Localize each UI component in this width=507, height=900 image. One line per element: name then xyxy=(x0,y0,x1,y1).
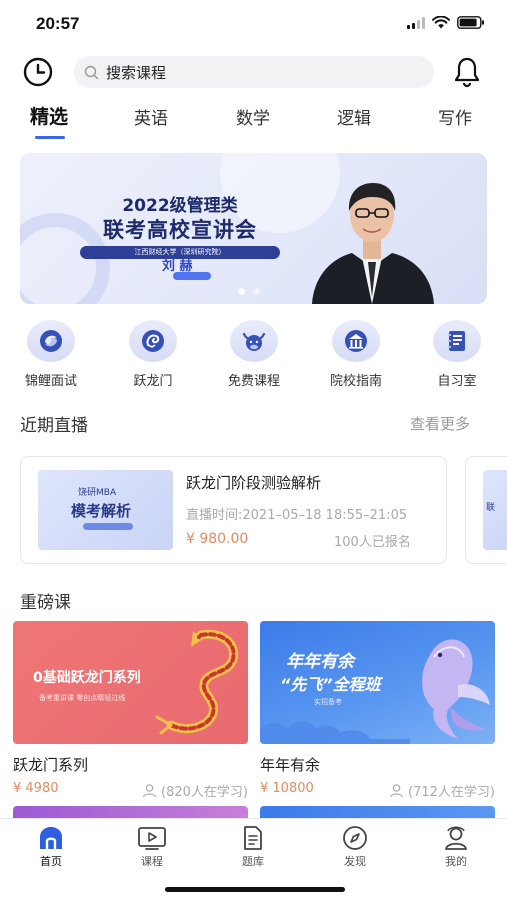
notification-bell-icon[interactable] xyxy=(452,56,482,88)
quick-entry-label: 免费课程 xyxy=(227,374,280,389)
banner-dot-active xyxy=(238,288,245,295)
banner-speaker-tag xyxy=(173,272,211,280)
live-time: 直播时间:2021–05–18 18:55–21:05 xyxy=(186,508,408,523)
live-thumbnail: 联 xyxy=(483,470,507,550)
ox-icon xyxy=(230,320,278,362)
category-tabs: 精选 英语 数学 逻辑 写作 xyxy=(0,102,507,142)
banner-title-line1: 2022级管理类 xyxy=(122,196,238,216)
document-icon xyxy=(238,825,268,851)
home-indicator[interactable] xyxy=(165,887,345,892)
course-card[interactable]: 0基础跃龙门系列 备考重讲课 零创点睛轻过线 跃龙门系列 ¥ 4980 (820… xyxy=(13,621,248,800)
course-name: 年年有余 xyxy=(260,756,321,774)
banner-pagination xyxy=(238,288,260,295)
status-time: 20:57 xyxy=(36,14,80,33)
tabbar-label: 题库 xyxy=(242,855,264,868)
live-enrolled-count: 100人已报名 xyxy=(334,535,411,550)
quick-entry-label: 锦鲤面试 xyxy=(24,374,77,389)
banner-title-line2: 联考高校宣讲会 xyxy=(103,218,257,242)
course-cover: 年年有余 “先飞”全程班 实招备考 xyxy=(260,621,495,744)
course-meta: ¥ 4980 (820人在学习) xyxy=(13,781,248,800)
live-card[interactable]: 联 xyxy=(465,456,507,564)
quick-entry-label: 自习室 xyxy=(437,374,477,389)
koi-icon xyxy=(27,320,75,362)
tab-english[interactable]: 英语 xyxy=(134,104,168,129)
history-clock-icon[interactable] xyxy=(22,56,54,88)
quick-entry-label: 院校指南 xyxy=(329,374,382,389)
live-thumbnail: 饶研MBA 模考解析 xyxy=(38,470,173,550)
tab-featured[interactable]: 精选 xyxy=(30,102,68,129)
thumbnail-brand: 联 xyxy=(486,503,496,513)
search-icon xyxy=(84,65,99,79)
course-cover-subtitle: “先飞”全程班 xyxy=(280,675,381,694)
dragon-illustration xyxy=(155,629,239,735)
course-section-title: 重磅课 xyxy=(20,593,71,613)
course-meta: ¥ 10800 (712人在学习) xyxy=(260,781,495,800)
user-icon xyxy=(389,784,404,798)
header: 搜索课程 xyxy=(0,54,507,90)
promo-banner[interactable]: 2022级管理类 联考高校宣讲会 江西财经大学（深圳研究院） 刘 赫 xyxy=(20,153,487,304)
course-learners-text: (820人在学习) xyxy=(161,785,248,800)
banner-dot xyxy=(253,288,260,295)
quick-entry-study-room[interactable]: 自习室 xyxy=(417,320,497,389)
tabbar-label: 我的 xyxy=(445,855,467,868)
tab-writing[interactable]: 写作 xyxy=(438,104,472,129)
search-input[interactable]: 搜索课程 xyxy=(74,56,434,88)
course-learners-text: (712人在学习) xyxy=(408,785,495,800)
thumbnail-brand: 饶研MBA xyxy=(78,488,117,498)
tabbar-discover[interactable]: 发现 xyxy=(325,825,385,869)
status-bar: 20:57 xyxy=(0,0,507,50)
course-price: ¥ 4980 xyxy=(13,781,59,796)
tabbar-label: 首页 xyxy=(40,855,62,868)
quick-entry-school-guide[interactable]: 院校指南 xyxy=(316,320,396,389)
course-cover-tag: 实招备考 xyxy=(314,698,342,706)
status-icons xyxy=(407,16,485,29)
live-see-more-link[interactable]: 查看更多 xyxy=(410,413,470,434)
compass-icon xyxy=(340,825,370,851)
home-icon xyxy=(36,825,66,851)
live-title: 跃龙门阶段测验解析 xyxy=(186,474,322,492)
quick-entry-label: 跃龙门 xyxy=(133,374,173,389)
tabbar-label: 课程 xyxy=(141,855,163,868)
user-icon xyxy=(142,784,157,798)
thumbnail-title: 模考解析 xyxy=(71,502,132,520)
play-icon xyxy=(137,825,167,851)
course-learners: (712人在学习) xyxy=(389,781,495,800)
course-cover-tag: 备考重讲课 零创点睛轻过线 xyxy=(39,694,126,702)
search-placeholder: 搜索课程 xyxy=(106,63,167,82)
tabbar-profile[interactable]: 我的 xyxy=(426,825,486,869)
course-card[interactable]: 年年有余 “先飞”全程班 实招备考 年年有余 ¥ 10800 (712人在学习) xyxy=(260,621,495,800)
quick-entry-dragon-gate[interactable]: 跃龙门 xyxy=(113,320,193,389)
live-section-title: 近期直播 xyxy=(20,416,88,436)
speaker-photo xyxy=(312,183,434,304)
wifi-icon xyxy=(432,16,450,29)
live-price: ¥ 980.00 xyxy=(186,531,249,547)
tab-logic[interactable]: 逻辑 xyxy=(337,104,371,129)
thumbnail-tag xyxy=(83,523,133,530)
live-card[interactable]: 饶研MBA 模考解析 跃龙门阶段测验解析 直播时间:2021–05–18 18:… xyxy=(20,456,447,564)
tabbar-courses[interactable]: 课程 xyxy=(122,825,182,869)
notebook-icon xyxy=(433,320,481,362)
active-tab-indicator xyxy=(35,136,65,139)
battery-icon xyxy=(457,16,484,29)
cloud-illustration xyxy=(260,721,410,744)
school-icon xyxy=(332,320,380,362)
dragon-icon xyxy=(129,320,177,362)
course-name: 跃龙门系列 xyxy=(13,756,89,774)
quick-entry-koi-interview[interactable]: 锦鲤面试 xyxy=(11,320,91,389)
cellular-signal-icon xyxy=(407,16,425,29)
quick-entry-free-courses[interactable]: 免费课程 xyxy=(214,320,294,389)
tabbar-home[interactable]: 首页 xyxy=(21,825,81,869)
course-cover-title: 年年有余 xyxy=(286,652,354,672)
course-cover-title: 0基础跃龙门系列 xyxy=(33,670,141,686)
profile-icon xyxy=(441,825,471,851)
quick-entries: 锦鲤面试 跃龙门 免费课程 院校指南 自习室 xyxy=(0,320,507,390)
course-price: ¥ 10800 xyxy=(260,781,314,796)
tabbar-label: 发现 xyxy=(344,855,366,868)
tab-math[interactable]: 数学 xyxy=(236,104,270,129)
tabbar-question-bank[interactable]: 题库 xyxy=(223,825,283,869)
course-cover: 0基础跃龙门系列 备考重讲课 零创点睛轻过线 xyxy=(13,621,248,744)
koi-fish-illustration xyxy=(422,639,490,739)
course-learners: (820人在学习) xyxy=(142,781,248,800)
